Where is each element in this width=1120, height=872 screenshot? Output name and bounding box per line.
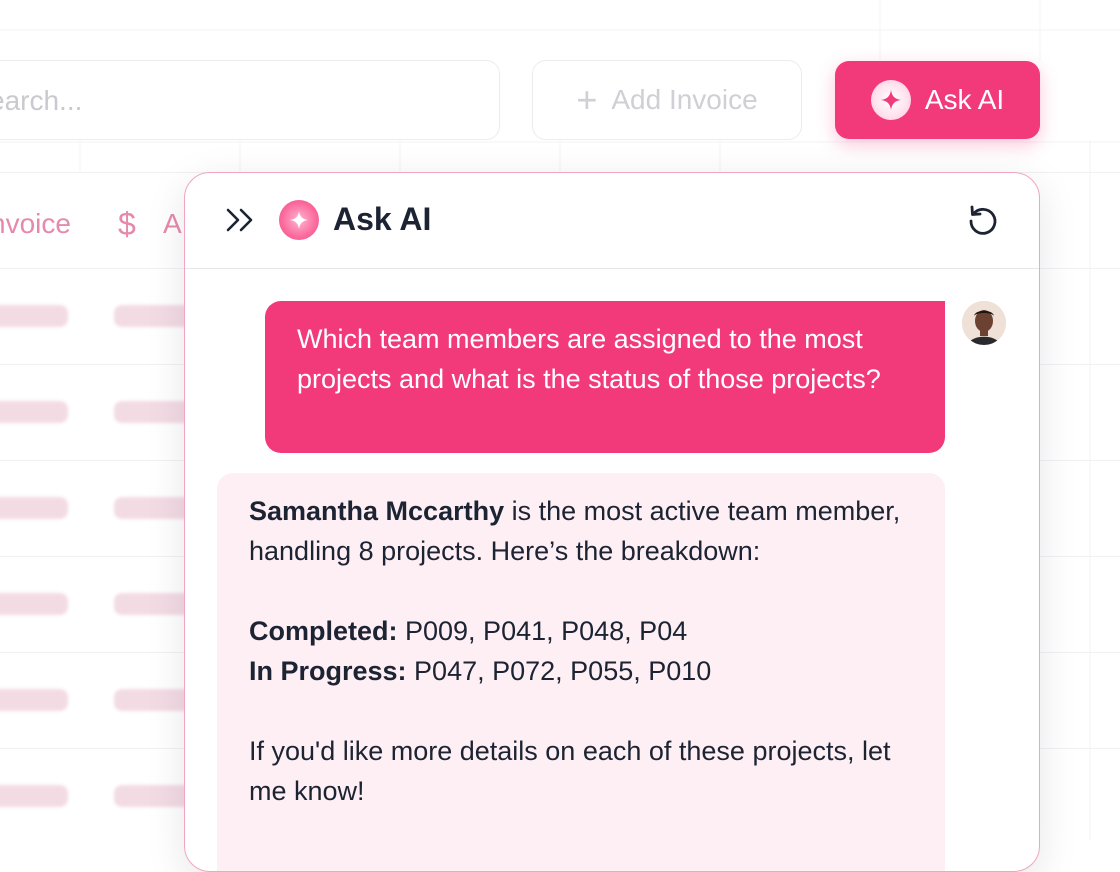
skeleton-cell <box>0 305 68 327</box>
skeleton-cell <box>114 401 194 423</box>
dollar-icon: $ <box>118 206 136 242</box>
skeleton-cell <box>114 593 194 615</box>
skeleton-cell <box>114 497 194 519</box>
skeleton-cell <box>114 785 194 807</box>
skeleton-cell <box>114 689 194 711</box>
skeleton-cell <box>0 689 68 711</box>
rotate-ccw-icon[interactable] <box>965 203 1001 239</box>
ai-response-closing: If you'd like more details on each of th… <box>249 736 891 806</box>
skeleton-cell <box>0 497 68 519</box>
avatar <box>962 301 1006 345</box>
ai-response-intro: Samantha Mccarthy is the most active tea… <box>249 491 913 571</box>
skeleton-cell <box>0 401 68 423</box>
in-progress-values: P047, P072, P055, P010 <box>406 656 712 686</box>
plus-icon: + <box>576 79 598 120</box>
completed-values: P009, P041, P048, P04 <box>397 616 688 646</box>
ask-ai-panel: Ask AI Which team members are assigned t… <box>184 172 1040 872</box>
sparkle-icon <box>870 80 911 120</box>
skeleton-cell <box>114 305 194 327</box>
add-invoice-button[interactable]: + Add Invoice <box>532 60 802 140</box>
ask-ai-label: Ask AI <box>924 84 1005 115</box>
skeleton-cell <box>0 785 68 807</box>
ai-response: Samantha Mccarthy is the most active tea… <box>217 473 945 871</box>
add-invoice-label: Add Invoice <box>611 84 758 115</box>
search-input[interactable]: earch... <box>0 60 500 140</box>
ask-ai-button[interactable]: Ask AI <box>835 61 1040 139</box>
completed-line: Completed: P009, P041, P048, P04 <box>249 611 913 651</box>
sparkle-icon <box>279 200 319 240</box>
in-progress-line: In Progress: P047, P072, P055, P010 <box>249 651 913 691</box>
skeleton-cell <box>0 593 68 615</box>
member-name: Samantha Mccarthy <box>249 496 505 526</box>
panel-title: Ask AI <box>333 201 432 237</box>
completed-label: Completed: <box>249 616 398 646</box>
chevrons-right-icon[interactable] <box>223 205 259 235</box>
column-header-amount: A <box>163 208 182 239</box>
user-message: Which team members are assigned to the m… <box>265 301 945 453</box>
search-placeholder: earch... <box>0 85 83 116</box>
column-header-invoice: nvoice <box>0 208 71 239</box>
in-progress-label: In Progress: <box>249 656 407 686</box>
panel-header: Ask AI <box>185 173 1039 269</box>
